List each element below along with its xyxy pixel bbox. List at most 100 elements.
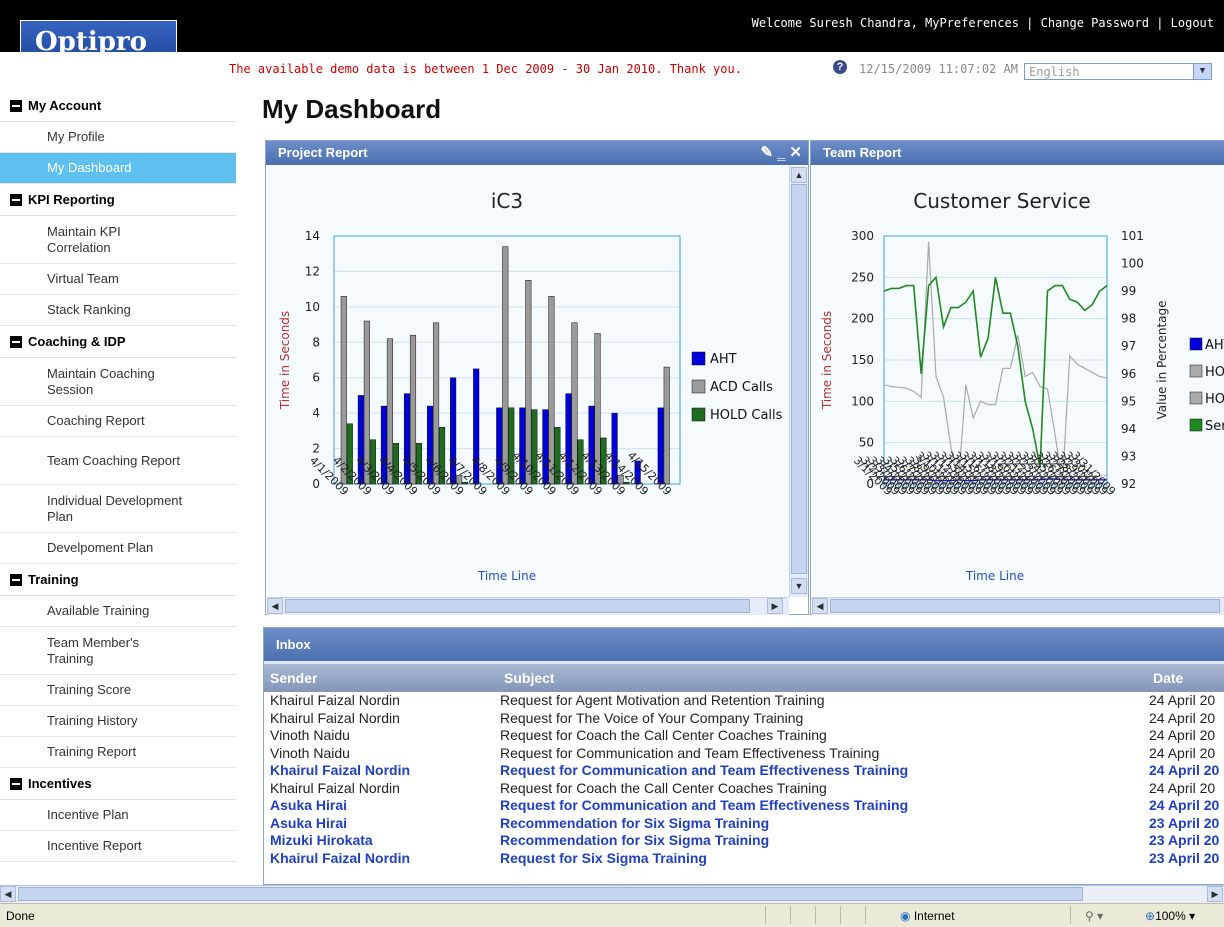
sidebar-item[interactable]: Virtual Team [0,264,236,295]
y2-tick-label: 93 [1121,449,1136,463]
column-sender[interactable]: Sender [270,670,317,686]
scroll-left-icon[interactable]: ◀ [267,598,283,614]
inbox-sender: Khairul Faizal Nordin [270,709,400,726]
sidebar-section-4[interactable]: Incentives [0,768,236,800]
sidebar-item[interactable]: Individual Development Plan [0,485,236,533]
inbox-date: 24 April 20 [1149,779,1216,796]
sidebar-item[interactable]: Coaching Report [0,406,236,437]
y-tick-label: 14 [305,229,320,243]
sidebar-item[interactable]: Maintain KPI Correlation [0,216,236,264]
inbox-row[interactable]: Khairul Faizal Nordin Request for Coach t… [264,780,1224,798]
sidebar-item[interactable]: Incentive Plan [0,800,236,831]
collapse-icon[interactable] [10,193,22,206]
column-date[interactable]: Date [1153,670,1183,686]
edit-icon[interactable]: ✎ [761,144,774,161]
scroll-down-icon[interactable]: ▼ [791,578,807,594]
panel-controls: ✎ ‗ ✕ [757,141,802,165]
scroll-thumb[interactable] [830,599,1220,613]
scroll-up-icon[interactable]: ▲ [791,167,807,183]
inbox-row[interactable]: Khairul Faizal Nordin Request for Communi… [264,762,1224,780]
project-vertical-scrollbar[interactable]: ▲ ▼ [789,166,808,597]
y-tick-label: 4 [312,406,320,420]
sidebar-section-1[interactable]: KPI Reporting [0,184,236,216]
scroll-right-icon[interactable]: ▶ [1207,886,1223,902]
sidebar-item[interactable]: Team Coaching Report [0,437,236,485]
scroll-left-icon[interactable]: ◀ [0,886,16,902]
collapse-icon[interactable] [10,777,22,790]
y-tick-label: 300 [851,229,874,243]
team-horizontal-scrollbar[interactable]: ◀ [812,597,1224,615]
sidebar-item-label: Coaching Report [47,413,145,428]
inbox-date: 24 April 20 [1149,727,1216,743]
bar-acd-calls [525,280,532,485]
minimize-icon[interactable]: ‗ [777,144,785,161]
language-select[interactable]: English ▼ [1024,63,1212,80]
scroll-left-icon[interactable]: ◀ [812,598,828,614]
collapse-icon[interactable] [10,335,22,348]
sidebar-item[interactable]: Training Report [0,737,236,768]
status-divider [840,906,841,924]
sidebar-item-label: My Profile [47,129,105,144]
page-horizontal-scrollbar[interactable]: ◀ ▶ [0,885,1224,903]
scroll-thumb[interactable] [18,887,1083,901]
sidebar-section-2[interactable]: Coaching & IDP [0,326,236,358]
protected-mode-icon[interactable]: ⚲ ▾ [1085,909,1103,923]
scroll-right-icon[interactable]: ▶ [767,598,783,614]
y2-tick-label: 92 [1121,477,1136,491]
sidebar-item[interactable]: Available Training [0,596,236,627]
sidebar-item[interactable]: Develpoment Plan [0,533,236,564]
inbox-row[interactable]: Asuka Hirai Request for Communication and… [264,797,1224,815]
zoom-control[interactable]: ⊕100% ▾ [1145,909,1195,923]
inbox-sender: Asuka Hirai [270,814,348,831]
inbox-row[interactable]: Mizuki Hirokata Recommendation for Six Si… [264,832,1224,850]
inbox-row[interactable]: Khairul Faizal Nordin Request for The Voi… [264,710,1224,728]
inbox-subject: Request for Agent Motivation and Retenti… [500,692,825,708]
inbox-subject: Request for Coach the Call Center Coache… [500,727,827,743]
customer-service-chart-area: Customer Service 0 50 100 150 200 250 300 92 93 94… [812,166,1224,601]
inbox-row[interactable]: Vinoth Naidu Request for Communication an… [264,745,1224,763]
collapse-icon[interactable] [10,99,22,112]
inbox-row[interactable]: Khairul Faizal Nordin Request for Six Sig… [264,850,1224,868]
datetime: 12/15/2009 11:07:02 AM [859,62,1018,76]
legend-label: HOLD [1205,392,1224,407]
user-links[interactable]: Welcome Suresh Chandra, MyPreferences | … [752,16,1214,30]
sidebar-section-3[interactable]: Training [0,564,236,596]
sidebar-item[interactable]: Maintain Coaching Session [0,358,236,406]
inbox-column-headers: Sender Subject Date [264,661,1224,692]
project-horizontal-scrollbar[interactable]: ◀ ▶ [267,597,789,615]
inbox-row[interactable]: Asuka Hirai Recommendation for Six Sigma … [264,815,1224,833]
column-subject[interactable]: Subject [504,670,555,686]
sidebar-item[interactable]: My Dashboard [0,153,236,184]
sidebar-section-label: KPI Reporting [28,192,115,207]
x-axis-label: Time Line [477,569,536,583]
inbox-date: 24 April 20 [1149,762,1220,778]
inbox-sender: Vinoth Naidu [270,727,350,743]
chevron-down-icon[interactable]: ▼ [1193,64,1211,79]
scroll-thumb[interactable] [285,599,750,613]
inbox-subject: Request for Coach the Call Center Coache… [500,779,827,796]
zoom-value: 100% [1155,909,1186,923]
inbox-date: 23 April 20 [1149,849,1220,866]
y-tick-label: 6 [312,371,320,385]
sidebar-item-label: My Dashboard [47,160,132,175]
project-report-panel: Project Report ✎ ‗ ✕ iC3 0 2 4 6 8 10 12 14 4/1/200… [265,140,809,615]
collapse-icon[interactable] [10,573,22,586]
scroll-thumb[interactable] [791,184,807,574]
close-icon[interactable]: ✕ [789,144,802,161]
sidebar-item[interactable]: Training History [0,706,236,737]
legend-label: ACD Calls [710,380,773,395]
sidebar-item[interactable]: My Profile [0,122,236,153]
sidebar-section-0[interactable]: My Account [0,90,236,122]
sidebar-item[interactable]: Incentive Report [0,831,236,862]
sidebar-item-label: Maintain KPI Correlation [47,223,121,255]
inbox-row[interactable]: Vinoth Naidu Request for Coach the Call C… [264,727,1224,745]
sidebar-item[interactable]: Stack Ranking [0,295,236,326]
y-tick-label: 12 [305,264,320,278]
team-report-header: Team Report [811,141,1224,165]
help-icon[interactable]: ? [833,60,847,74]
inbox-row[interactable]: Khairul Faizal Nordin Request for Agent M… [264,692,1224,710]
sidebar-item[interactable]: Team Member's Training [0,627,236,675]
sidebar-item[interactable]: Training Score [0,675,236,706]
inbox-date: 23 April 20 [1149,814,1220,831]
chart-title: Customer Service [913,189,1090,213]
